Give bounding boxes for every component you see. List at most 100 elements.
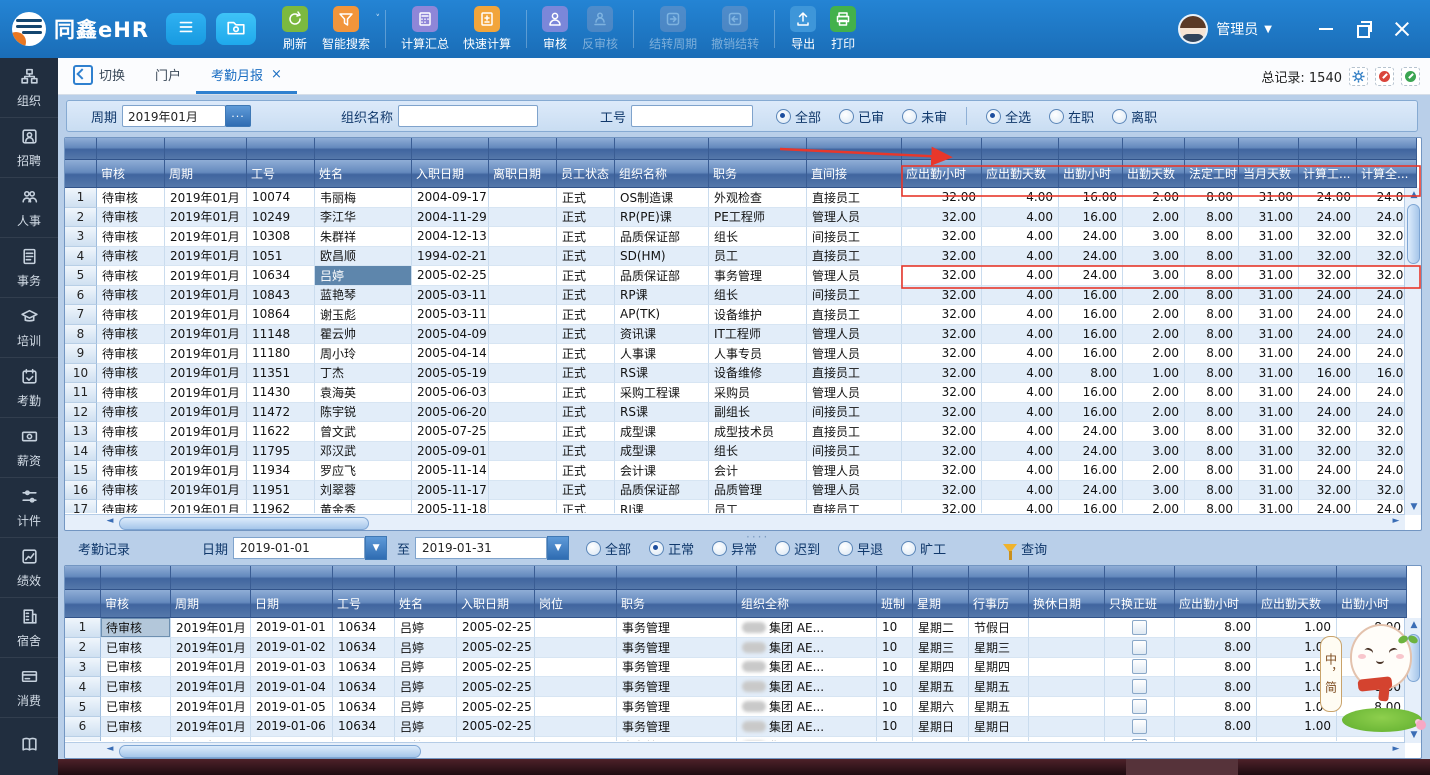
table-cell-duty[interactable]: 员工 — [709, 247, 807, 267]
table-cell-org[interactable]: RP课 — [615, 286, 709, 306]
table-cell-att_hours[interactable]: 24.00 — [1059, 442, 1123, 462]
table-cell-duty[interactable]: 事务管理 — [617, 618, 737, 638]
table-cell-duty[interactable]: 会计 — [709, 461, 807, 481]
table-cell-leave[interactable] — [489, 442, 557, 462]
row-number-cell[interactable]: 4 — [65, 677, 101, 697]
table-cell-direct[interactable]: 直接员工 — [807, 247, 902, 267]
table-cell-legal_hours[interactable]: 8.00 — [1185, 227, 1239, 247]
table-cell-period[interactable]: 2019年01月 — [165, 500, 247, 513]
table-cell-legal_hours[interactable]: 8.00 — [1185, 286, 1239, 306]
table-cell-due_hours[interactable]: 8.00 — [1175, 737, 1257, 741]
table-cell-due_hours[interactable]: 32.00 — [902, 500, 982, 513]
table-cell-swap_only[interactable] — [1105, 677, 1175, 697]
table-row[interactable]: 2已审核2019年01月2019-01-0210634吕婷2005-02-25事… — [65, 638, 1421, 658]
column-header-audit[interactable]: 审核 — [101, 590, 171, 618]
table-cell-hire[interactable]: 2005-07-25 — [412, 422, 489, 442]
table-cell-org[interactable]: 品质保证部 — [615, 266, 709, 286]
table-cell-due_days[interactable]: 1.00 — [1257, 618, 1337, 638]
table-cell-period[interactable]: 2019年01月 — [165, 422, 247, 442]
table-cell-calc_work[interactable]: 16.00 — [1299, 364, 1357, 384]
table-cell-audit[interactable]: 待审核 — [97, 500, 165, 513]
table-cell-att_hours[interactable]: 16.00 — [1059, 325, 1123, 345]
checkbox-icon[interactable] — [1132, 739, 1147, 741]
table-cell-direct[interactable]: 直接员工 — [807, 500, 902, 513]
checkbox-icon[interactable] — [1132, 699, 1147, 714]
table-cell-period[interactable]: 2019年01月 — [171, 658, 251, 678]
table-cell-legal_hours[interactable]: 8.00 — [1185, 344, 1239, 364]
table-cell-att_hours[interactable]: 16.00 — [1059, 500, 1123, 513]
table-cell-name[interactable]: 黄金秀 — [315, 500, 412, 513]
radio-option[interactable]: 全部 — [586, 539, 631, 558]
table-cell-legal_hours[interactable]: 8.00 — [1185, 500, 1239, 513]
table-cell-direct[interactable]: 管理人员 — [807, 461, 902, 481]
sidebar-item-piece[interactable]: 计件 — [0, 478, 58, 538]
table-cell-att_hours[interactable]: 16.00 — [1059, 208, 1123, 228]
table-cell-org_full[interactable]: 集团 AE... — [737, 618, 877, 638]
table-cell-audit[interactable]: 待审核 — [97, 325, 165, 345]
table-cell-hire[interactable]: 2005-11-18 — [412, 500, 489, 513]
column-header-org[interactable]: 组织名称 — [615, 160, 709, 188]
table-cell-duty[interactable]: 事务管理 — [617, 717, 737, 737]
table-row[interactable]: 6已审核2019年01月2019-01-0610634吕婷2005-02-25事… — [65, 717, 1421, 737]
table-cell-status[interactable]: 正式 — [557, 403, 615, 423]
toolbar-button-export[interactable]: 导出 — [790, 6, 816, 52]
column-header-hire[interactable]: 入职日期 — [412, 160, 489, 188]
table-cell-status[interactable]: 正式 — [557, 247, 615, 267]
table-cell-period[interactable]: 2019年01月 — [171, 677, 251, 697]
table-cell-month_days[interactable]: 31.00 — [1239, 500, 1299, 513]
table-cell-leave[interactable] — [489, 208, 557, 228]
period-input[interactable]: 2019年01月 — [122, 105, 226, 127]
table-cell-legal_hours[interactable]: 8.00 — [1185, 422, 1239, 442]
table-cell-month_days[interactable]: 31.00 — [1239, 247, 1299, 267]
table-cell-date[interactable]: 2019-01-01 — [251, 618, 333, 638]
table-cell-calendar[interactable]: 星期日 — [969, 717, 1029, 737]
table-cell-post[interactable] — [535, 618, 617, 638]
table-cell-calc_work[interactable]: 32.00 — [1299, 266, 1357, 286]
table-row[interactable]: 3待审核2019年01月10308朱群祥2004-12-13正式品质保证部组长间… — [65, 227, 1421, 247]
sidebar-item-doc[interactable]: 事务 — [0, 238, 58, 298]
table-cell-swap_date[interactable] — [1029, 737, 1105, 741]
table-row[interactable]: 5已审核2019年01月2019-01-0510634吕婷2005-02-25事… — [65, 697, 1421, 717]
table-cell-shift[interactable]: 10 — [877, 697, 913, 717]
column-header-period[interactable]: 周期 — [171, 590, 251, 618]
table-cell-weekday[interactable]: 星期日 — [913, 717, 969, 737]
table-cell-weekday[interactable]: 星期三 — [913, 638, 969, 658]
table-cell-period[interactable]: 2019年01月 — [165, 247, 247, 267]
table-cell-month_days[interactable]: 31.00 — [1239, 188, 1299, 208]
column-header-att_hours[interactable]: 出勤小时 — [1059, 160, 1123, 188]
table-cell-status[interactable]: 正式 — [557, 422, 615, 442]
table-cell-leave[interactable] — [489, 188, 557, 208]
date-from-select[interactable]: 2019-01-01 ▼ — [233, 537, 387, 559]
table-cell-name[interactable]: 吕婷 — [395, 737, 457, 741]
table-cell-empno[interactable]: 10634 — [333, 717, 395, 737]
column-header-att_days[interactable]: 出勤天数 — [1123, 160, 1185, 188]
table-row[interactable]: 7已审核2019年01月2019-01-0710634吕婷2005-02-25事… — [65, 737, 1421, 741]
table-cell-calendar[interactable]: 星期一 — [969, 737, 1029, 741]
table-row[interactable]: 12待审核2019年01月11472陈宇锐2005-06-20正式RS课副组长间… — [65, 403, 1421, 423]
table-cell-att_hours[interactable]: 8.00 — [1337, 737, 1407, 741]
table-cell-audit[interactable]: 待审核 — [97, 247, 165, 267]
scroll-down-arrow[interactable]: ▼ — [1407, 501, 1421, 514]
chevron-down-icon[interactable]: ˅ — [376, 14, 381, 24]
table-cell-calc_work[interactable]: 24.00 — [1299, 188, 1357, 208]
table-cell-org[interactable]: AP(TK) — [615, 305, 709, 325]
table-cell-post[interactable] — [535, 737, 617, 741]
column-header-rownum[interactable] — [65, 160, 97, 188]
table-cell-calc_work[interactable]: 24.00 — [1299, 344, 1357, 364]
table-cell-weekday[interactable]: 星期一 — [913, 737, 969, 741]
table-cell-duty[interactable]: IT工程师 — [709, 325, 807, 345]
table-cell-swap_only[interactable] — [1105, 658, 1175, 678]
table-cell-hire[interactable]: 2004-09-17 — [412, 188, 489, 208]
table-cell-leave[interactable] — [489, 344, 557, 364]
table-cell-due_hours[interactable]: 32.00 — [902, 403, 982, 423]
table-cell-weekday[interactable]: 星期四 — [913, 658, 969, 678]
table-cell-audit[interactable]: 已审核 — [101, 658, 171, 678]
table-cell-direct[interactable]: 管理人员 — [807, 325, 902, 345]
table-row[interactable]: 7待审核2019年01月10864谢玉彪2005-03-11正式AP(TK)设备… — [65, 305, 1421, 325]
table-cell-empno[interactable]: 11472 — [247, 403, 315, 423]
toolbar-button-printer[interactable]: 打印 — [830, 6, 856, 52]
row-number-cell[interactable]: 11 — [65, 383, 97, 403]
table-cell-audit[interactable]: 待审核 — [97, 266, 165, 286]
table-cell-status[interactable]: 正式 — [557, 442, 615, 462]
table-cell-direct[interactable]: 间接员工 — [807, 442, 902, 462]
